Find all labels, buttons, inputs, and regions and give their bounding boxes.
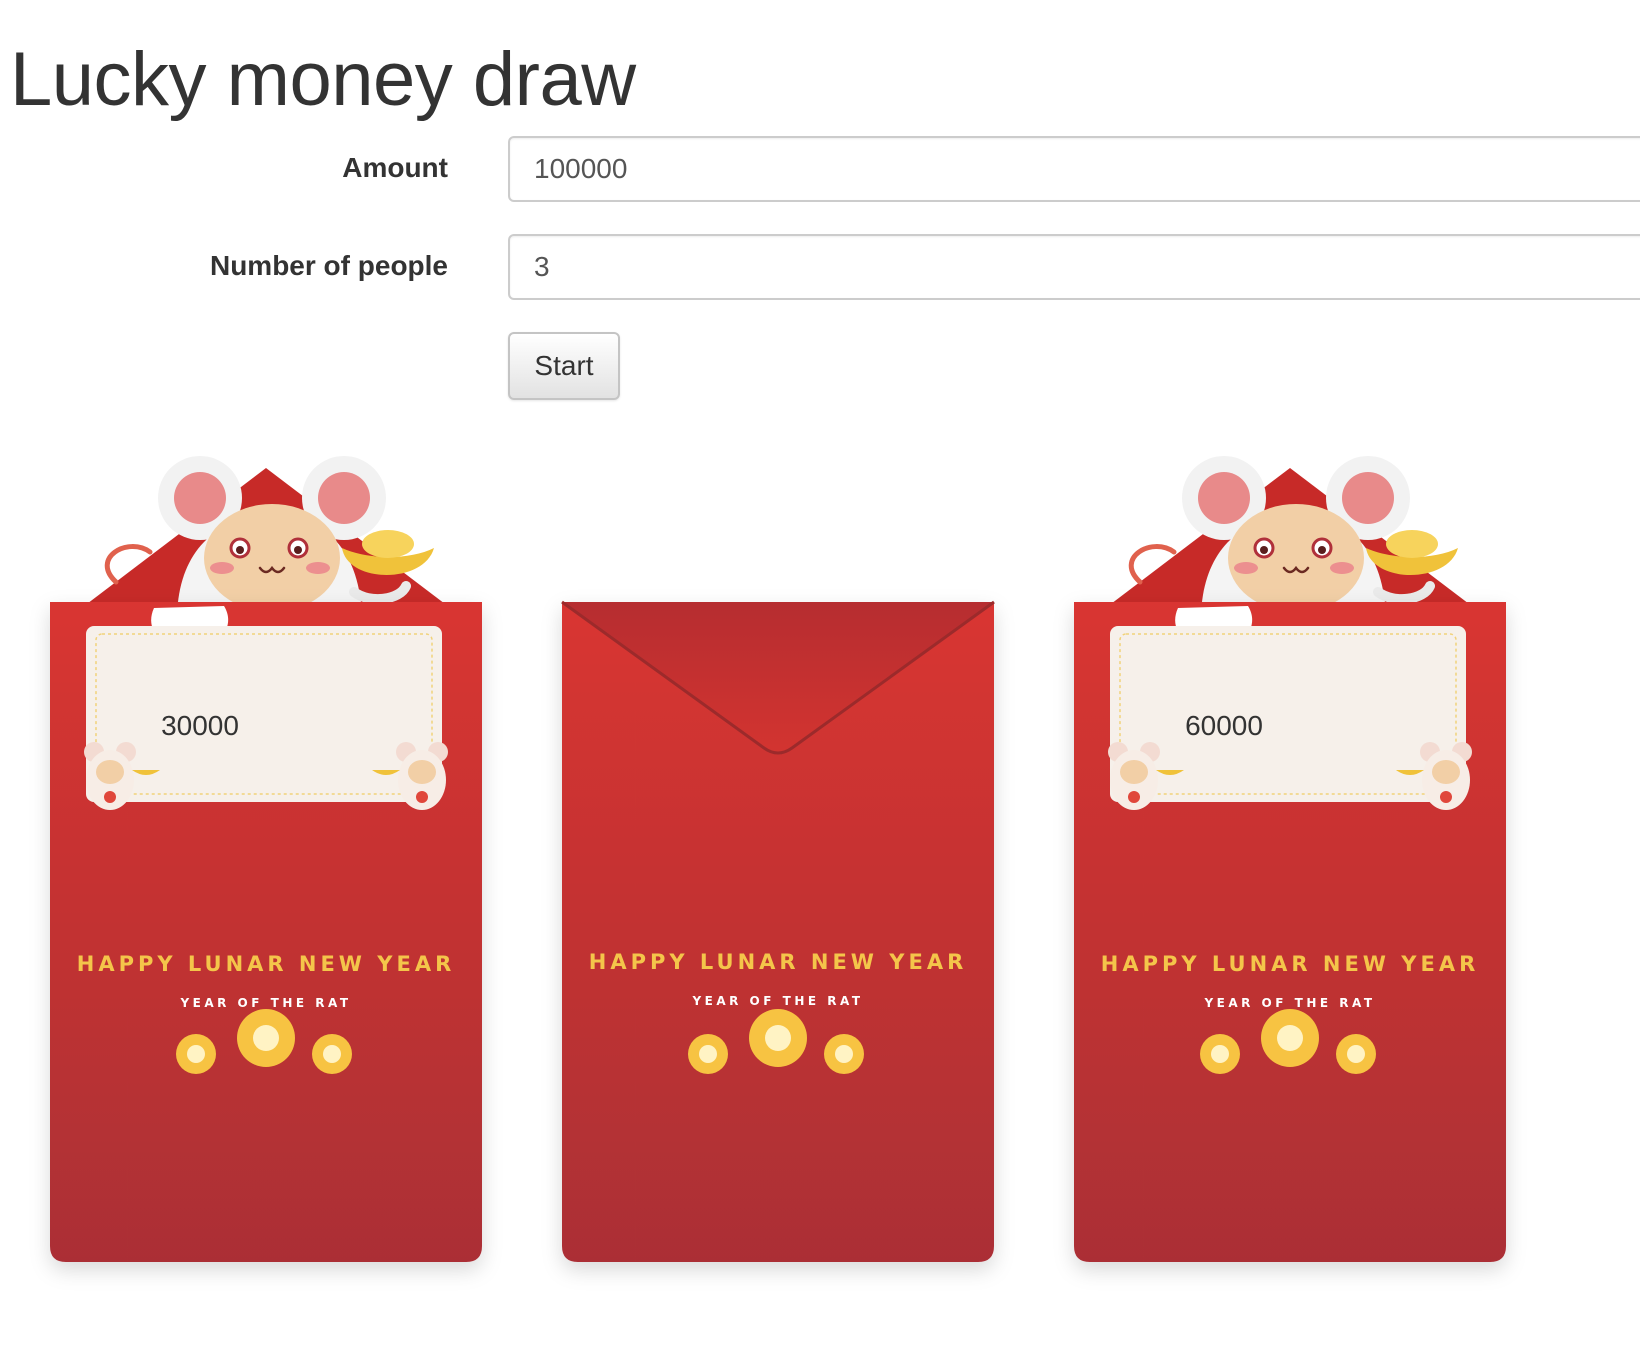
people-label: Number of people [209,250,448,281]
people-input[interactable] [508,234,1640,300]
envelope-amount: 60000 [1185,710,1263,741]
sub-greeting-text: YEAR OF THE RAT [1204,996,1376,1010]
blossom-icon [312,1034,352,1074]
blossom-icon [1261,1009,1319,1067]
opened-envelope-graphic [1074,456,1506,1262]
closed-envelope-graphic [561,600,995,1262]
red-envelope-opened[interactable]: 60000 HAPPY LUNAR NEW YEAR YEAR OF THE R… [1074,440,1506,1320]
envelope-list: 30000 HAPPY LUNAR NEW YEAR YEAR OF THE R… [0,440,1640,1372]
red-envelope-opened[interactable]: 30000 HAPPY LUNAR NEW YEAR YEAR OF THE R… [50,440,482,1320]
greeting-text: HAPPY LUNAR NEW YEAR [1100,952,1480,976]
blossom-icon [1336,1034,1376,1074]
sub-greeting-text: YEAR OF THE RAT [692,994,864,1008]
start-button[interactable]: Start [508,332,620,400]
opened-envelope-graphic [50,456,482,1262]
blossom-icon [176,1034,216,1074]
greeting-text: HAPPY LUNAR NEW YEAR [588,950,968,974]
sub-greeting-text: YEAR OF THE RAT [180,996,352,1010]
blossom-icon [237,1009,295,1067]
blossom-icon [1200,1034,1240,1074]
blossom-icon [824,1034,864,1074]
envelope-amount: 30000 [161,710,239,741]
amount-input[interactable] [508,136,1640,202]
greeting-text: HAPPY LUNAR NEW YEAR [76,952,456,976]
red-envelope-closed[interactable]: HAPPY LUNAR NEW YEAR YEAR OF THE RAT [561,440,995,1320]
page-title: Lucky money draw [10,37,636,122]
blossom-icon [749,1009,807,1067]
amount-label: Amount [342,152,448,183]
blossom-icon [688,1034,728,1074]
